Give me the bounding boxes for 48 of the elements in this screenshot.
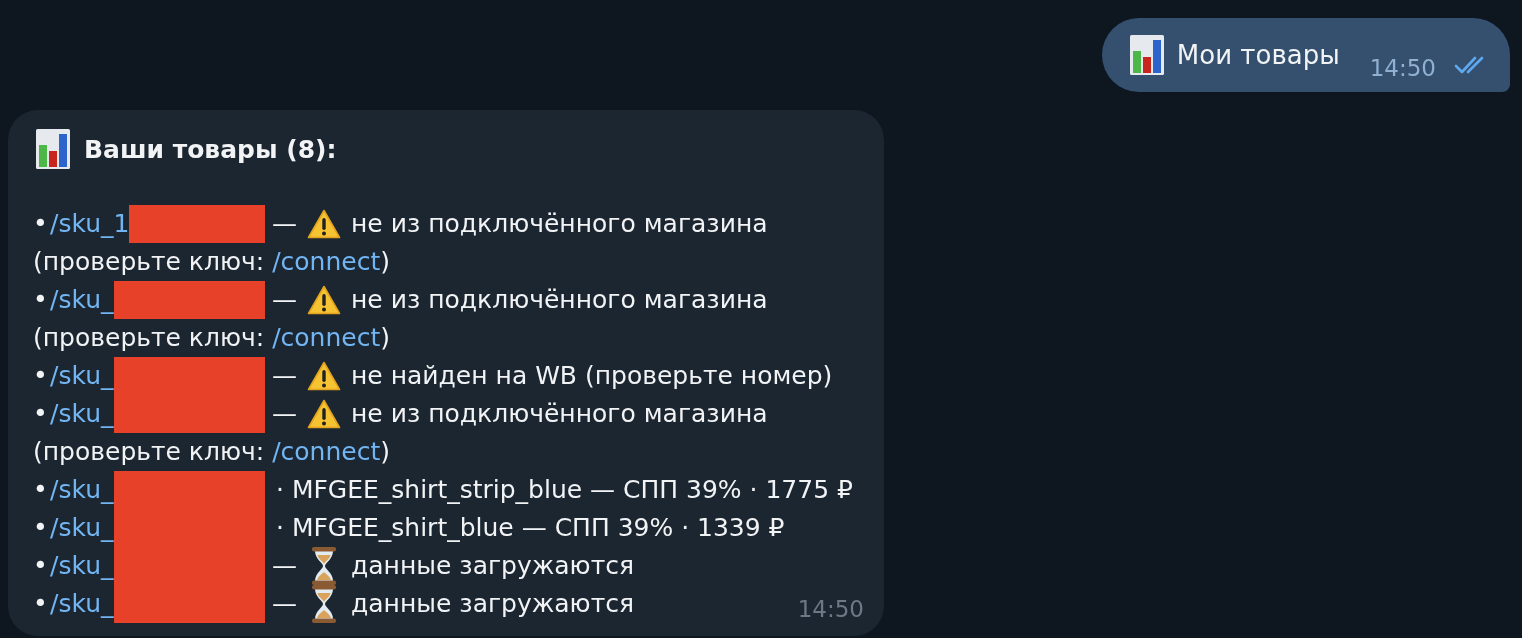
product-details: · MFGEE_shirt_strip_blue — СПП 39% · 1775 ₽ <box>276 475 853 505</box>
message-time: 14:50 <box>797 595 864 623</box>
sku-link[interactable]: /sku_ <box>50 361 114 391</box>
dash-separator: — <box>272 361 297 391</box>
bar-chart-icon <box>36 129 70 169</box>
dash-separator: — <box>272 551 297 581</box>
product-details: · MFGEE_shirt_blue — СПП 39% · 1339 ₽ <box>276 513 785 543</box>
hourglass-icon <box>312 585 336 623</box>
status-text: данные загружаются <box>351 551 634 581</box>
warning-icon <box>307 285 341 315</box>
sku-link[interactable]: /sku_ <box>50 551 114 581</box>
dash-separator: — <box>272 399 297 429</box>
sku-link[interactable]: /sku_1 <box>50 209 130 239</box>
message-title: Ваши товары (8): <box>84 134 337 164</box>
status-note: (проверьте ключ: /connect) <box>33 247 390 277</box>
dash-separator: — <box>272 285 297 315</box>
connect-link[interactable]: /connect <box>272 437 381 466</box>
message-text: Мои товары <box>1176 39 1340 71</box>
bullet-point: • <box>33 513 49 543</box>
bullet-point: • <box>33 285 49 315</box>
dash-separator: — <box>272 209 297 239</box>
status-note: (проверьте ключ: /connect) <box>33 437 390 467</box>
status-text: не из подключённого магазина <box>351 399 768 429</box>
bullet-point: • <box>33 361 49 391</box>
connect-link[interactable]: /connect <box>272 323 381 352</box>
status-note: (проверьте ключ: /connect) <box>33 323 390 353</box>
warning-icon <box>307 399 341 429</box>
bullet-point: • <box>33 551 49 581</box>
sku-link[interactable]: /sku_ <box>50 475 114 505</box>
sku-link[interactable]: /sku_ <box>50 513 114 543</box>
warning-icon <box>307 209 341 239</box>
message-time: 14:50 <box>1369 54 1436 82</box>
bar-chart-icon <box>1129 35 1164 75</box>
connect-link[interactable]: /connect <box>272 247 381 276</box>
hourglass-icon <box>312 547 336 585</box>
bullet-point: • <box>33 589 49 619</box>
sku-link[interactable]: /sku_ <box>50 285 114 315</box>
status-text: не из подключённого магазина <box>351 285 768 315</box>
bullet-point: • <box>33 209 49 239</box>
status-text: данные загружаются <box>351 589 634 619</box>
sku-link[interactable]: /sku_ <box>50 399 114 429</box>
status-text: не найден на WB (проверьте номер) <box>351 361 833 391</box>
warning-icon <box>307 361 341 391</box>
sku-link[interactable]: /sku_ <box>50 589 114 619</box>
bullet-point: • <box>33 399 49 429</box>
status-text: не из подключённого магазина <box>351 209 768 239</box>
dash-separator: — <box>272 589 297 619</box>
bullet-point: • <box>33 475 49 505</box>
